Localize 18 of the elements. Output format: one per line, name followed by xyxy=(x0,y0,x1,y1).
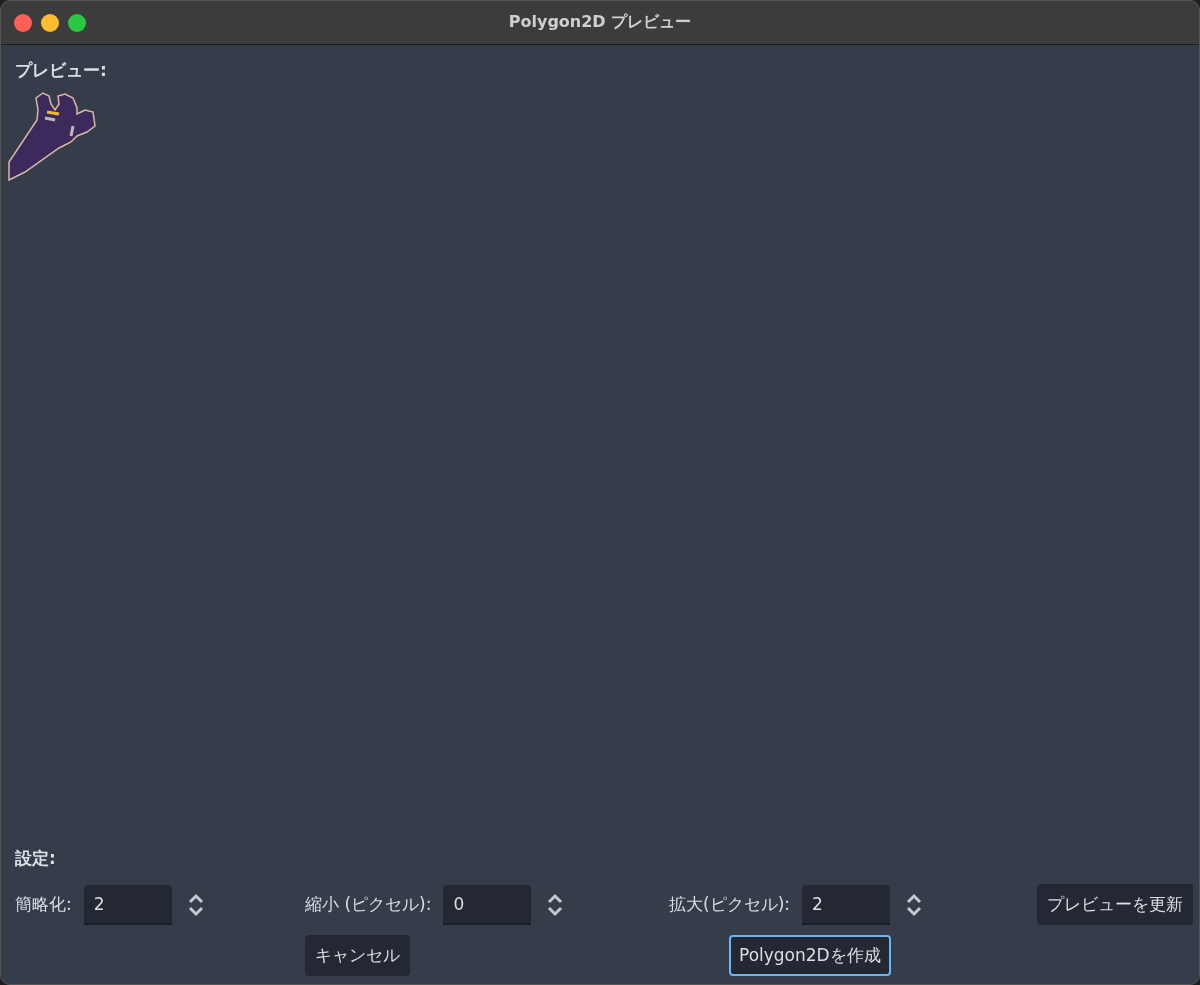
minimize-button[interactable] xyxy=(41,13,59,32)
number-field[interactable]: 0 xyxy=(443,884,532,925)
update-preview-button[interactable]: プレビューを更新 xyxy=(1037,884,1193,925)
field-label: 縮小 (ピクセル): xyxy=(305,893,432,916)
number-field[interactable]: 2 xyxy=(83,884,172,925)
field-label: 拡大(ピクセル): xyxy=(669,893,790,916)
spin-arrows-icon[interactable] xyxy=(547,892,564,917)
zoom-button[interactable] xyxy=(68,13,86,32)
field-label: 簡略化: xyxy=(15,893,72,916)
number-field[interactable]: 2 xyxy=(802,884,890,925)
spin-arrows-icon[interactable] xyxy=(187,892,204,917)
spin-arrows-icon[interactable] xyxy=(906,892,922,917)
settings-label: 設定: xyxy=(15,847,56,870)
create-button[interactable]: Polygon2Dを作成 xyxy=(729,935,891,976)
close-button[interactable] xyxy=(14,13,32,32)
preview-label: プレビュー: xyxy=(15,59,107,82)
cancel-button[interactable]: キャンセル xyxy=(305,935,410,976)
window-title: Polygon2D プレビュー xyxy=(508,12,692,31)
